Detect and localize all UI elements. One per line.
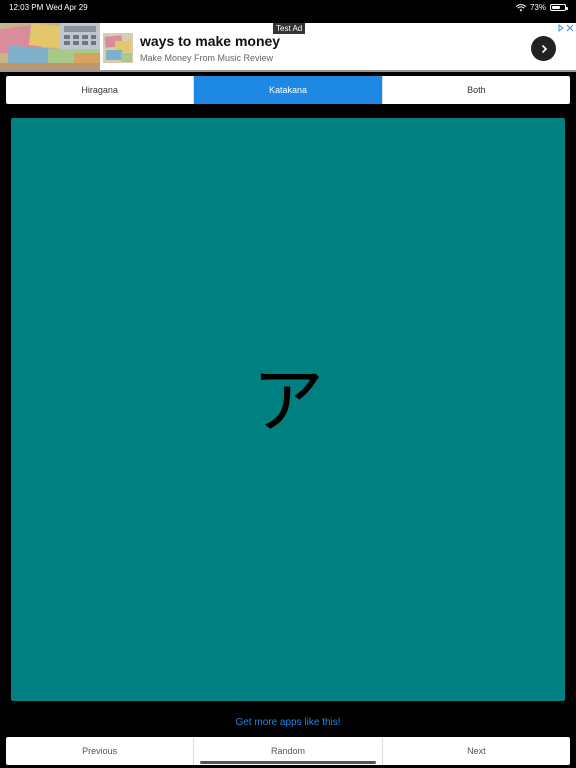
ad-subtitle[interactable]: Make Money From Music Review (140, 53, 273, 63)
tab-both[interactable]: Both (381, 76, 570, 104)
battery-fill (552, 6, 561, 9)
status-date: Wed Apr 29 (46, 3, 88, 12)
battery-icon (550, 4, 568, 11)
wifi-icon (515, 3, 526, 11)
ad-choices[interactable] (558, 24, 574, 34)
ad-test-label: Test Ad (273, 23, 306, 34)
ad-choices-icon (558, 24, 574, 32)
ad-title[interactable]: ways to make money (140, 33, 280, 49)
flash-card[interactable]: ア (11, 118, 565, 701)
ad-open-button[interactable] (531, 36, 556, 61)
battery-percentage: 73% (529, 3, 546, 12)
app-icon (103, 33, 133, 63)
kana-character: ア (251, 358, 324, 443)
battery-cap (566, 7, 568, 10)
status-indicators: 73% (515, 3, 568, 12)
chevron-right-icon (541, 44, 547, 53)
tab-katakana[interactable]: Katakana (193, 76, 382, 104)
status-time: 12:03 PM (9, 3, 44, 12)
ad-divider (0, 70, 576, 72)
home-indicator[interactable] (200, 761, 376, 764)
tab-hiragana[interactable]: Hiragana (6, 76, 193, 104)
next-button[interactable]: Next (381, 737, 570, 765)
previous-button[interactable]: Previous (6, 737, 193, 765)
status-bar: 12:03 PM Wed Apr 29 73% (0, 0, 576, 16)
more-apps-link[interactable]: Get more apps like this! (0, 717, 576, 728)
script-selector: Hiragana Katakana Both (6, 76, 570, 104)
money-banner-image (0, 23, 100, 72)
